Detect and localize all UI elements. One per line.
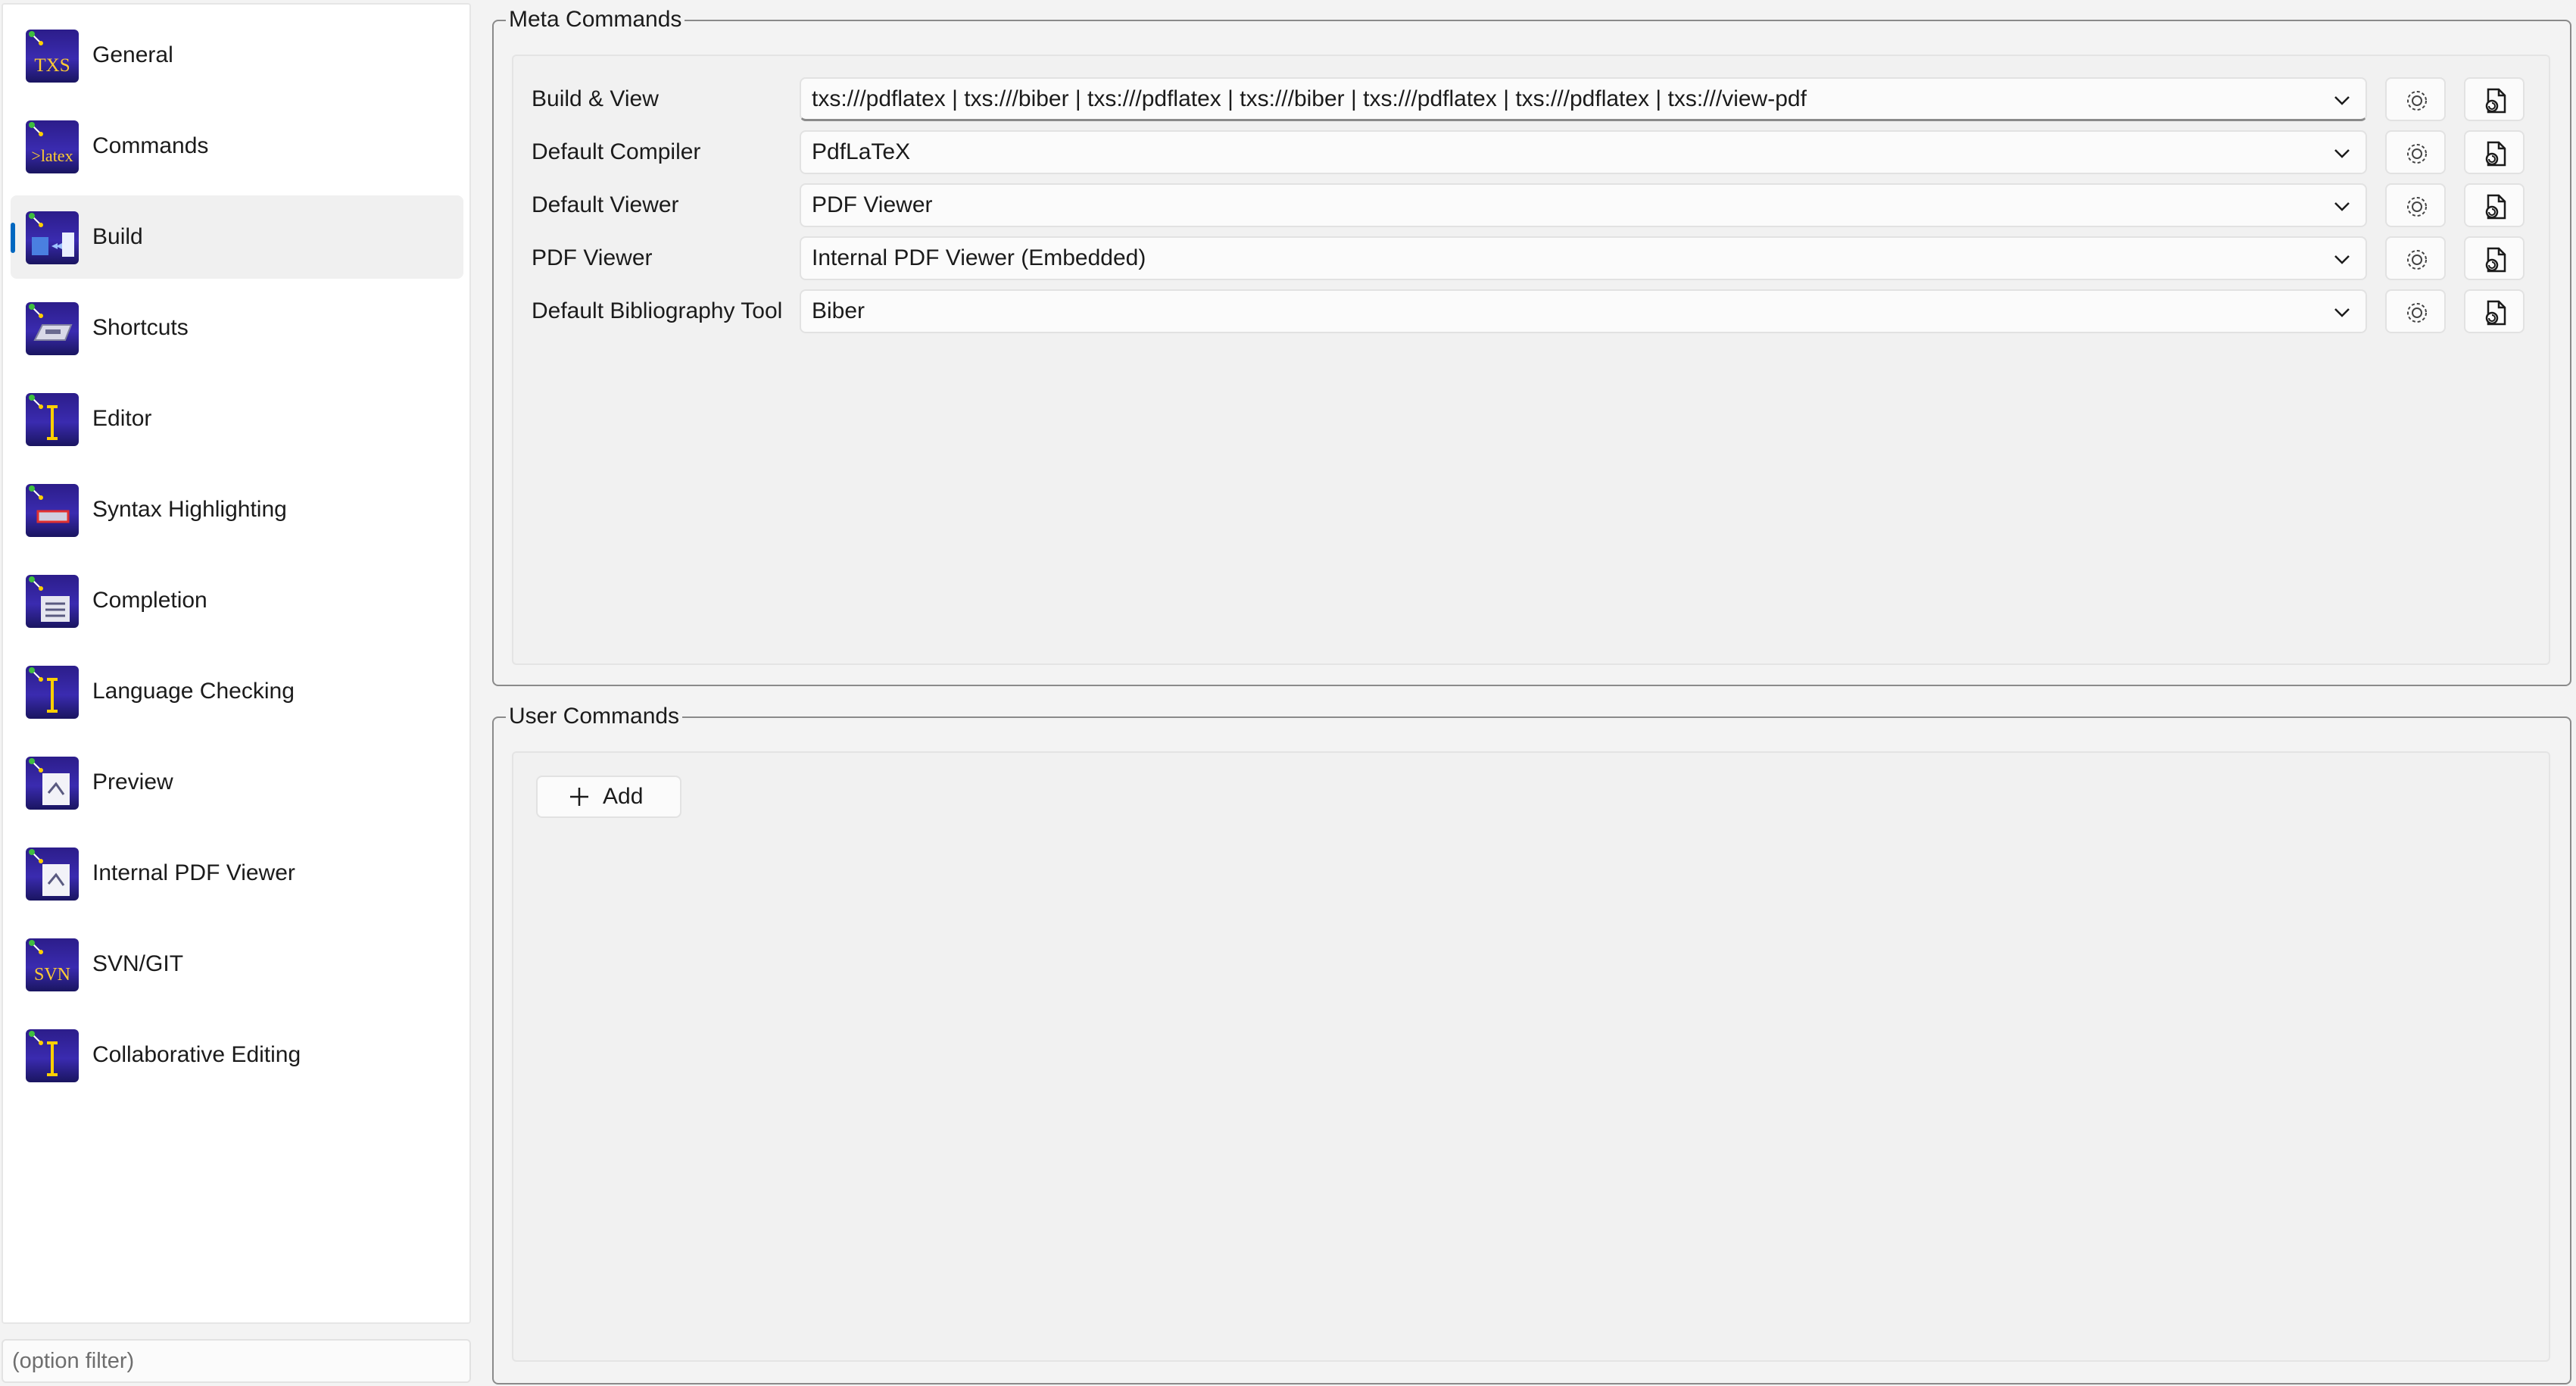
- completion-icon: [26, 575, 79, 628]
- sidebar-item-label: Build: [92, 224, 143, 249]
- combobox-value: txs:///pdflatex | txs:///biber | txs:///…: [812, 86, 1807, 111]
- file-refresh-icon: [2485, 300, 2506, 326]
- configure-button[interactable]: [2385, 77, 2446, 121]
- configure-button[interactable]: [2385, 289, 2446, 333]
- sidebar-item-preview[interactable]: Preview: [11, 741, 463, 824]
- sidebar-item-commands[interactable]: >latex Commands: [11, 105, 463, 188]
- text-cursor-icon: [26, 393, 79, 446]
- highlight-icon: [26, 484, 79, 537]
- user-commands-panel: [512, 751, 2550, 1362]
- chevron-down-icon: [2334, 308, 2350, 317]
- sidebar-item-completion[interactable]: Completion: [11, 559, 463, 642]
- pdf-viewer-label: PDF Viewer: [532, 245, 653, 270]
- sidebar-item-syntax-highlighting[interactable]: Syntax Highlighting: [11, 468, 463, 551]
- default-viewer-label: Default Viewer: [532, 192, 679, 217]
- group-title: Meta Commands: [506, 6, 685, 33]
- svg-text:>latex: >latex: [31, 146, 73, 165]
- file-refresh-icon: [2485, 141, 2506, 167]
- gear-icon: [2407, 303, 2427, 323]
- gear-icon: [2407, 250, 2427, 270]
- chevron-down-icon: [2334, 202, 2350, 211]
- sidebar-item-label: Completion: [92, 588, 207, 613]
- selection-indicator: [11, 223, 15, 253]
- configure-button[interactable]: [2385, 236, 2446, 280]
- gear-icon: [2407, 144, 2427, 164]
- sidebar-item-language-checking[interactable]: Language Checking: [11, 650, 463, 733]
- text-cursor-icon: [26, 666, 79, 719]
- default-compiler-combobox[interactable]: PdfLaTeX: [800, 130, 2367, 174]
- default-bibliography-tool-label: Default Bibliography Tool: [532, 298, 783, 323]
- sidebar-item-internal-pdf-viewer[interactable]: Internal PDF Viewer: [11, 832, 463, 915]
- sidebar-item-collaborative-editing[interactable]: Collaborative Editing: [11, 1013, 463, 1097]
- sidebar-item-svn-git[interactable]: SVN SVN/GIT: [11, 922, 463, 1006]
- browse-file-button[interactable]: [2464, 236, 2525, 280]
- option-filter-input[interactable]: [2, 1339, 471, 1383]
- file-refresh-icon: [2485, 247, 2506, 273]
- default-compiler-label: Default Compiler: [532, 139, 701, 164]
- build-and-view-label: Build & View: [532, 86, 659, 111]
- sidebar-item-label: Shortcuts: [92, 315, 189, 340]
- configure-button[interactable]: [2385, 183, 2446, 227]
- configure-button[interactable]: [2385, 130, 2446, 174]
- chevron-down-icon: [2334, 149, 2350, 158]
- preview-icon: [26, 848, 79, 901]
- combobox-value: PDF Viewer: [812, 192, 933, 217]
- add-button-label: Add: [603, 784, 644, 809]
- file-refresh-icon: [2485, 194, 2506, 220]
- combobox-value: Biber: [812, 298, 865, 323]
- sidebar-item-editor[interactable]: Editor: [11, 377, 463, 460]
- gear-icon: [2407, 91, 2427, 111]
- sidebar-item-label: Preview: [92, 769, 173, 794]
- chevron-down-icon: [2334, 96, 2350, 105]
- pdf-viewer-combobox[interactable]: Internal PDF Viewer (Embedded): [800, 236, 2367, 280]
- browse-file-button[interactable]: [2464, 183, 2525, 227]
- svn-icon: SVN: [26, 938, 79, 991]
- combobox-value: PdfLaTeX: [812, 139, 911, 164]
- txs-icon: TXS: [26, 30, 79, 83]
- default-bibliography-tool-combobox[interactable]: Biber: [800, 289, 2367, 333]
- sidebar-item-label: Syntax Highlighting: [92, 497, 287, 522]
- file-refresh-icon: [2485, 88, 2506, 114]
- sidebar-item-shortcuts[interactable]: Shortcuts: [11, 286, 463, 370]
- default-viewer-combobox[interactable]: PDF Viewer: [800, 183, 2367, 227]
- sidebar-item-general[interactable]: TXS General: [11, 14, 463, 97]
- preview-icon: [26, 757, 79, 810]
- sidebar-item-label: Internal PDF Viewer: [92, 860, 295, 885]
- add-user-command-button[interactable]: Add: [536, 776, 681, 818]
- text-cursor-icon: [26, 1029, 79, 1082]
- plus-icon: [570, 788, 588, 806]
- sidebar-item-label: General: [92, 42, 173, 67]
- keyboard-icon: [26, 302, 79, 355]
- sidebar-item-label: Collaborative Editing: [92, 1042, 301, 1067]
- chevron-down-icon: [2334, 255, 2350, 264]
- group-title: User Commands: [506, 703, 683, 730]
- browse-file-button[interactable]: [2464, 130, 2525, 174]
- browse-file-button[interactable]: [2464, 77, 2525, 121]
- build-and-view-combobox[interactable]: txs:///pdflatex | txs:///biber | txs:///…: [800, 77, 2367, 121]
- gear-icon: [2407, 197, 2427, 217]
- sidebar-item-label: SVN/GIT: [92, 951, 184, 976]
- svg-text:SVN: SVN: [34, 965, 70, 985]
- sidebar-item-label: Commands: [92, 133, 209, 158]
- sidebar-item-build[interactable]: Build: [11, 195, 463, 279]
- latex-icon: >latex: [26, 120, 79, 173]
- sidebar-item-label: Editor: [92, 406, 152, 431]
- settings-category-list[interactable]: TXS General >latex Commands Build Shortc…: [2, 3, 471, 1324]
- browse-file-button[interactable]: [2464, 289, 2525, 333]
- sidebar-item-label: Language Checking: [92, 679, 295, 704]
- svg-text:TXS: TXS: [34, 55, 70, 76]
- build-icon: [26, 211, 79, 264]
- combobox-value: Internal PDF Viewer (Embedded): [812, 245, 1146, 270]
